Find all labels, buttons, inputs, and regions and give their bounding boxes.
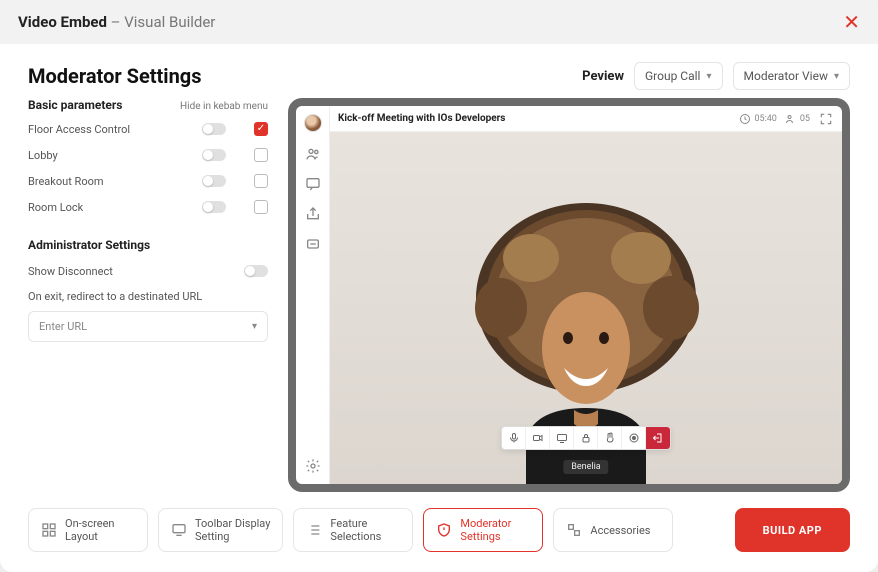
redirect-url-placeholder: Enter URL xyxy=(39,320,87,333)
settings-panel: Basic parameters Hide in kebab menu Floo… xyxy=(28,98,268,492)
param-label: Lobby xyxy=(28,149,202,162)
preview-mode-value: Group Call xyxy=(645,69,700,83)
param-label: Room Lock xyxy=(28,201,202,214)
basic-parameters-heading: Basic parameters xyxy=(28,98,180,112)
app-subtitle: Visual Builder xyxy=(124,13,215,31)
tab-feature-selections[interactable]: Feature Selections xyxy=(293,508,413,552)
meeting-participants-value: 05 xyxy=(800,114,810,124)
redirect-label: On exit, redirect to a destinated URL xyxy=(28,290,268,303)
chevron-down-icon: ▾ xyxy=(252,321,257,332)
preview-view-value: Moderator View xyxy=(744,69,828,83)
title-bar-title: Video Embed – Visual Builder xyxy=(18,13,215,31)
title-bar: Video Embed – Visual Builder ✕ xyxy=(0,0,878,44)
param-label: Breakout Room xyxy=(28,175,202,188)
tab-moderator-settings[interactable]: Moderator Settings xyxy=(423,508,543,552)
tab-label: Feature Selections xyxy=(330,517,381,543)
puzzle-icon xyxy=(566,522,582,538)
preview-view-dropdown[interactable]: Moderator View ▾ xyxy=(733,62,850,90)
lobby-hide-checkbox[interactable] xyxy=(254,148,268,162)
participants-icon[interactable] xyxy=(305,146,321,162)
floor-access-toggle[interactable] xyxy=(202,123,226,135)
tab-label: Toolbar Display Setting xyxy=(195,517,270,543)
screen-share-button[interactable] xyxy=(550,427,574,449)
param-floor-access: Floor Access Control xyxy=(28,116,268,142)
page-header: Moderator Settings Peview Group Call ▾ M… xyxy=(0,44,878,98)
param-lobby: Lobby xyxy=(28,142,268,168)
meeting-main: Kick-off Meeting with IOs Developers 05:… xyxy=(330,106,842,484)
floor-access-hide-checkbox[interactable] xyxy=(254,122,268,136)
build-app-button[interactable]: BUILD APP xyxy=(735,508,850,552)
admin-settings-heading: Administrator Settings xyxy=(28,238,268,252)
people-icon xyxy=(785,113,797,125)
app-window: Video Embed – Visual Builder ✕ Moderator… xyxy=(0,0,878,572)
chevron-down-icon: ▾ xyxy=(706,71,711,82)
lobby-toggle[interactable] xyxy=(202,149,226,161)
tab-on-screen-layout[interactable]: On-screen Layout xyxy=(28,508,148,552)
video-area: Benelia xyxy=(330,132,842,484)
preview-mode-dropdown[interactable]: Group Call ▾ xyxy=(634,62,723,90)
tab-accessories[interactable]: Accessories xyxy=(553,508,673,552)
param-breakout: Breakout Room xyxy=(28,168,268,194)
page-title: Moderator Settings xyxy=(28,64,202,88)
content-area: Basic parameters Hide in kebab menu Floo… xyxy=(0,98,878,492)
monitor-icon xyxy=(171,522,187,538)
fullscreen-icon[interactable] xyxy=(818,111,834,127)
redirect-url-select[interactable]: Enter URL ▾ xyxy=(28,311,268,342)
live-icon[interactable] xyxy=(305,236,321,252)
clock-icon xyxy=(739,113,751,125)
breakout-toggle[interactable] xyxy=(202,175,226,187)
meeting-participants: 05 xyxy=(785,113,810,125)
grid-icon xyxy=(41,522,57,538)
leave-button[interactable] xyxy=(646,427,670,449)
close-button[interactable]: ✕ xyxy=(843,10,860,34)
meeting-top-bar: Kick-off Meeting with IOs Developers 05:… xyxy=(330,106,842,132)
settings-gear-icon[interactable] xyxy=(305,458,321,474)
meeting-title: Kick-off Meeting with IOs Developers xyxy=(338,113,505,124)
footer-tabs: On-screen Layout Toolbar Display Setting… xyxy=(0,492,878,572)
preview-controls: Peview Group Call ▾ Moderator View ▾ xyxy=(582,62,850,90)
preview-label: Peview xyxy=(582,69,624,84)
tab-label: On-screen Layout xyxy=(65,517,114,543)
tab-toolbar-display[interactable]: Toolbar Display Setting xyxy=(158,508,283,552)
meeting-toolbar xyxy=(501,426,671,450)
hide-column-heading: Hide in kebab menu xyxy=(180,101,268,112)
param-show-disconnect: Show Disconnect xyxy=(28,258,268,284)
meeting-time-value: 05:40 xyxy=(754,114,776,124)
tab-label: Accessories xyxy=(590,524,650,537)
meeting-sidebar xyxy=(296,106,330,484)
title-separator: – xyxy=(107,13,124,31)
param-label: Floor Access Control xyxy=(28,123,202,136)
raise-hand-button[interactable] xyxy=(598,427,622,449)
record-button[interactable] xyxy=(622,427,646,449)
avatar-icon[interactable] xyxy=(304,114,322,132)
mic-button[interactable] xyxy=(502,427,526,449)
param-label: Show Disconnect xyxy=(28,265,244,278)
shield-icon xyxy=(436,522,452,538)
breakout-hide-checkbox[interactable] xyxy=(254,174,268,188)
lock-button[interactable] xyxy=(574,427,598,449)
speaker-name-tag: Benelia xyxy=(563,460,608,474)
camera-button[interactable] xyxy=(526,427,550,449)
param-roomlock: Room Lock xyxy=(28,194,268,220)
show-disconnect-toggle[interactable] xyxy=(244,265,268,277)
tab-label: Moderator Settings xyxy=(460,517,511,543)
chat-icon[interactable] xyxy=(305,176,321,192)
roomlock-hide-checkbox[interactable] xyxy=(254,200,268,214)
list-icon xyxy=(306,522,322,538)
roomlock-toggle[interactable] xyxy=(202,201,226,213)
admin-settings-section: Administrator Settings Show Disconnect O… xyxy=(28,238,268,342)
basic-parameters-header: Basic parameters Hide in kebab menu xyxy=(28,98,268,112)
app-name: Video Embed xyxy=(18,13,107,31)
chevron-down-icon: ▾ xyxy=(834,71,839,82)
preview-panel: Kick-off Meeting with IOs Developers 05:… xyxy=(288,98,850,492)
device-frame: Kick-off Meeting with IOs Developers 05:… xyxy=(288,98,850,492)
meeting-time: 05:40 xyxy=(739,113,776,125)
share-icon[interactable] xyxy=(305,206,321,222)
